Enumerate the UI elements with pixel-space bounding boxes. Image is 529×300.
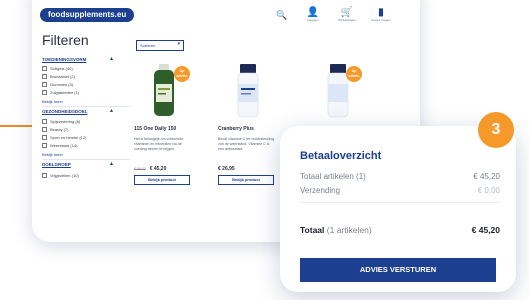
checkbox[interactable] bbox=[42, 74, 47, 79]
subtotal-value: € 45,20 bbox=[473, 172, 500, 181]
view-product-button[interactable]: Bekijk product bbox=[134, 175, 190, 185]
checkbox[interactable] bbox=[42, 173, 47, 178]
product-card[interactable]: Op advies 115 One Daily 150 Het is belan… bbox=[134, 58, 194, 208]
collapse-icon[interactable]: ▴ bbox=[110, 160, 113, 167]
total-row: Totaal (1 artikelen) € 45,20 bbox=[300, 225, 500, 235]
checkbox[interactable] bbox=[42, 90, 47, 95]
overview-title: Betaaloverzicht bbox=[300, 150, 382, 162]
filter-option-label: Beauty (7) bbox=[50, 127, 69, 132]
cart-label: Winkelwagen bbox=[338, 18, 356, 22]
divider bbox=[42, 159, 130, 160]
product-description: Bevat vitamine C ter ondersteuning van d… bbox=[218, 137, 275, 151]
user-icon[interactable]: 👤 Inloggen bbox=[300, 7, 326, 23]
filter-heading-goal[interactable]: GEZONDHEIDSDOEL bbox=[42, 109, 88, 114]
product-name[interactable]: Cranberry Plus bbox=[218, 126, 254, 132]
advice-icon[interactable]: ▮ Advies Vragen bbox=[368, 7, 394, 23]
filter-option[interactable]: Sport en herstel (12) bbox=[42, 135, 86, 140]
chevron-down-icon: ▾ bbox=[177, 41, 180, 47]
product-description: Het is belangrijk om voldoende vitaminen… bbox=[134, 137, 184, 151]
filter-option[interactable]: Vrijgezellen (10) bbox=[42, 173, 79, 178]
advice-glyph: ▮ bbox=[378, 7, 384, 18]
shipping-label: Verzending bbox=[300, 186, 341, 195]
step-badge: 3 bbox=[478, 112, 514, 148]
divider bbox=[42, 106, 130, 107]
shipping-row: Verzending € 0,00 bbox=[300, 186, 500, 195]
product-price: € 59,20 € 45,20 bbox=[134, 166, 166, 172]
product-name[interactable]: 115 One Daily 150 bbox=[134, 126, 176, 132]
current-price: € 26,95 bbox=[218, 166, 235, 172]
checkbox[interactable] bbox=[42, 127, 47, 132]
divider bbox=[300, 202, 500, 203]
accent-line bbox=[0, 125, 34, 127]
filter-option[interactable]: Weerstand (14) bbox=[42, 143, 78, 148]
checkbox[interactable] bbox=[42, 66, 47, 71]
filter-option-label: Weerstand (14) bbox=[50, 143, 78, 148]
product-card[interactable]: Cranberry Plus Bevat vitamine C ter onde… bbox=[218, 58, 278, 208]
filter-option-label: Softgels (40) bbox=[50, 66, 73, 71]
collapse-icon[interactable]: ▴ bbox=[110, 55, 113, 62]
advice-label: Advies Vragen bbox=[371, 18, 391, 22]
filter-heading-target[interactable]: DOELGROEP bbox=[42, 162, 71, 167]
checkbox[interactable] bbox=[42, 82, 47, 87]
current-price: € 45,20 bbox=[149, 166, 167, 172]
product-image-bottle-white bbox=[237, 64, 259, 118]
checkbox[interactable] bbox=[42, 135, 47, 140]
checkbox[interactable] bbox=[42, 143, 47, 148]
total-value: € 45,20 bbox=[471, 225, 500, 235]
cart-glyph: 🛒 bbox=[340, 7, 354, 18]
filter-option[interactable]: Bruistablet (2) bbox=[42, 74, 75, 79]
advice-badge: Op advies bbox=[346, 66, 362, 82]
product-price: € 26,95 bbox=[218, 166, 235, 172]
show-more-link[interactable]: Bekijk meer bbox=[42, 99, 63, 104]
shipping-value: € 0,00 bbox=[477, 186, 500, 195]
total-label: Totaal bbox=[300, 225, 325, 235]
view-product-button[interactable]: Bekijk product bbox=[218, 175, 274, 185]
filters-title: Filteren bbox=[42, 32, 89, 48]
payment-overview-card: Betaaloverzicht Totaal artikelen (1) € 4… bbox=[280, 126, 516, 292]
search-icon[interactable]: 🔍 bbox=[276, 10, 287, 21]
filter-option[interactable]: Softgels (40) bbox=[42, 66, 73, 71]
checkbox[interactable] bbox=[42, 119, 47, 124]
advice-badge: Op advies bbox=[174, 66, 190, 82]
user-label: Inloggen bbox=[307, 18, 319, 22]
filter-option-label: Vrijgezellen (10) bbox=[50, 173, 79, 178]
filter-option-label: Spijsvertering (8) bbox=[50, 119, 81, 124]
filter-option[interactable]: Gummies (3) bbox=[42, 82, 73, 87]
total-sub: (1 artikelen) bbox=[326, 225, 372, 235]
filter-option-label: Bruistablet (2) bbox=[50, 74, 75, 79]
subtotal-label: Totaal artikelen (1) bbox=[300, 172, 366, 181]
filter-option-label: Sport en herstel (12) bbox=[50, 135, 87, 140]
user-glyph: 👤 bbox=[306, 7, 320, 18]
filter-option-label: Gummies (3) bbox=[50, 82, 74, 87]
send-advice-button[interactable]: ADVIES VERSTUREN bbox=[300, 258, 496, 282]
filter-heading-form[interactable]: TOEDIENINGSVORM bbox=[42, 57, 86, 62]
filter-option[interactable]: Spijsvertering (8) bbox=[42, 119, 80, 124]
site-logo[interactable]: foodsupplements.eu bbox=[40, 8, 135, 22]
filter-option-label: Zuigtabletten (1) bbox=[50, 90, 80, 95]
filter-option[interactable]: Zuigtabletten (1) bbox=[42, 90, 79, 95]
collapse-icon[interactable]: ▴ bbox=[110, 107, 113, 114]
old-price: € 59,20 bbox=[134, 167, 146, 171]
filter-option[interactable]: Beauty (7) bbox=[42, 127, 68, 132]
subtotal-row: Totaal artikelen (1) € 45,20 bbox=[300, 172, 500, 181]
sort-label: Sorteren bbox=[140, 43, 156, 48]
sort-select[interactable]: Sorteren ▾ bbox=[136, 40, 184, 51]
show-more-link[interactable]: Bekijk meer bbox=[42, 152, 63, 157]
cart-icon[interactable]: 🛒 Winkelwagen bbox=[334, 7, 360, 23]
stage: foodsupplements.eu 🔍 👤 Inloggen 🛒 Winkel… bbox=[0, 0, 529, 300]
